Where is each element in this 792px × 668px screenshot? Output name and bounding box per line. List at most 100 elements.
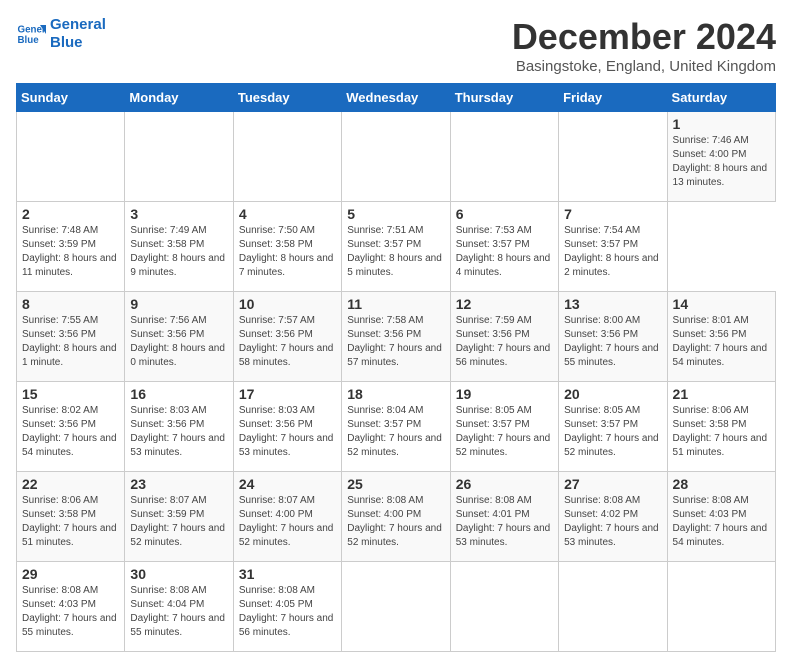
day-number: 4 bbox=[239, 206, 336, 222]
day-number: 30 bbox=[130, 566, 227, 582]
day-info: Sunrise: 7:57 AMSunset: 3:56 PMDaylight:… bbox=[239, 314, 336, 370]
day-cell: 25Sunrise: 8:08 AMSunset: 4:00 PMDayligh… bbox=[342, 472, 450, 562]
day-cell: 1Sunrise: 7:46 AMSunset: 4:00 PMDaylight… bbox=[667, 112, 775, 202]
day-info: Sunrise: 8:08 AMSunset: 4:05 PMDaylight:… bbox=[239, 584, 336, 640]
day-cell: 8 Sunrise: 7:55 AMSunset: 3:56 PMDaylight… bbox=[17, 292, 125, 382]
day-number: 13 bbox=[564, 296, 661, 312]
day-info: Sunrise: 8:08 AMSunset: 4:03 PMDaylight:… bbox=[22, 584, 119, 640]
day-cell: 31 Sunrise: 8:08 AMSunset: 4:05 PMDayligh… bbox=[233, 562, 341, 652]
empty-cell bbox=[450, 562, 558, 652]
day-info: Sunrise: 7:59 AMSunset: 3:56 PMDaylight:… bbox=[456, 314, 553, 370]
day-cell: 13 Sunrise: 8:00 AMSunset: 3:56 PMDayligh… bbox=[559, 292, 667, 382]
header-sunday: Sunday bbox=[17, 84, 125, 112]
day-cell: 10 Sunrise: 7:57 AMSunset: 3:56 PMDayligh… bbox=[233, 292, 341, 382]
day-cell: 12 Sunrise: 7:59 AMSunset: 3:56 PMDayligh… bbox=[450, 292, 558, 382]
day-info: Sunrise: 7:55 AMSunset: 3:56 PMDaylight:… bbox=[22, 314, 119, 370]
empty-cell bbox=[559, 112, 667, 202]
day-cell: 16 Sunrise: 8:03 AMSunset: 3:56 PMDayligh… bbox=[125, 382, 233, 472]
logo-general: General bbox=[50, 16, 106, 34]
day-cell: 9Sunrise: 7:56 AMSunset: 3:56 PMDaylight… bbox=[125, 292, 233, 382]
day-info: Sunrise: 7:49 AMSunset: 3:58 PMDaylight:… bbox=[130, 224, 227, 280]
header-monday: Monday bbox=[125, 84, 233, 112]
header-row: Sunday Monday Tuesday Wednesday Thursday… bbox=[17, 84, 776, 112]
day-number: 10 bbox=[239, 296, 336, 312]
page-header: General Blue General Blue December 2024 … bbox=[16, 16, 776, 75]
day-number: 31 bbox=[239, 566, 336, 582]
day-number: 5 bbox=[347, 206, 444, 222]
day-number: 1 bbox=[673, 116, 770, 132]
day-number: 6 bbox=[456, 206, 553, 222]
day-number: 23 bbox=[130, 476, 227, 492]
day-number: 26 bbox=[456, 476, 553, 492]
header-thursday: Thursday bbox=[450, 84, 558, 112]
day-number: 17 bbox=[239, 386, 336, 402]
calendar-week-row: 29Sunrise: 8:08 AMSunset: 4:03 PMDayligh… bbox=[17, 562, 776, 652]
day-number: 21 bbox=[673, 386, 770, 402]
calendar-week-row: 2 Sunrise: 7:48 AMSunset: 3:59 PMDaylight… bbox=[17, 202, 776, 292]
day-cell: 5 Sunrise: 7:51 AMSunset: 3:57 PMDaylight… bbox=[342, 202, 450, 292]
day-info: Sunrise: 7:54 AMSunset: 3:57 PMDaylight:… bbox=[564, 224, 661, 280]
day-cell: 4 Sunrise: 7:50 AMSunset: 3:58 PMDaylight… bbox=[233, 202, 341, 292]
logo-icon: General Blue bbox=[16, 19, 46, 49]
empty-cell bbox=[17, 112, 125, 202]
day-cell: 6Sunrise: 7:53 AMSunset: 3:57 PMDaylight… bbox=[450, 202, 558, 292]
day-info: Sunrise: 8:08 AMSunset: 4:01 PMDaylight:… bbox=[456, 494, 553, 550]
day-cell: 18 Sunrise: 8:04 AMSunset: 3:57 PMDayligh… bbox=[342, 382, 450, 472]
day-cell: 17 Sunrise: 8:03 AMSunset: 3:56 PMDayligh… bbox=[233, 382, 341, 472]
header-saturday: Saturday bbox=[667, 84, 775, 112]
day-number: 9 bbox=[130, 296, 227, 312]
day-info: Sunrise: 8:05 AMSunset: 3:57 PMDaylight:… bbox=[564, 404, 661, 460]
day-cell: 20 Sunrise: 8:05 AMSunset: 3:57 PMDayligh… bbox=[559, 382, 667, 472]
day-cell: 22Sunrise: 8:06 AMSunset: 3:58 PMDayligh… bbox=[17, 472, 125, 562]
day-info: Sunrise: 8:07 AMSunset: 4:00 PMDaylight:… bbox=[239, 494, 336, 550]
day-number: 15 bbox=[22, 386, 119, 402]
day-cell: 15 Sunrise: 8:02 AMSunset: 3:56 PMDayligh… bbox=[17, 382, 125, 472]
day-info: Sunrise: 7:51 AMSunset: 3:57 PMDaylight:… bbox=[347, 224, 444, 280]
day-number: 2 bbox=[22, 206, 119, 222]
day-info: Sunrise: 8:08 AMSunset: 4:02 PMDaylight:… bbox=[564, 494, 661, 550]
day-number: 8 bbox=[22, 296, 119, 312]
empty-cell bbox=[450, 112, 558, 202]
day-number: 19 bbox=[456, 386, 553, 402]
day-info: Sunrise: 8:03 AMSunset: 3:56 PMDaylight:… bbox=[239, 404, 336, 460]
day-info: Sunrise: 8:04 AMSunset: 3:57 PMDaylight:… bbox=[347, 404, 444, 460]
day-number: 20 bbox=[564, 386, 661, 402]
calendar-table: Sunday Monday Tuesday Wednesday Thursday… bbox=[16, 83, 776, 652]
day-number: 16 bbox=[130, 386, 227, 402]
calendar-subtitle: Basingstoke, England, United Kingdom bbox=[512, 58, 776, 75]
day-cell: 2 Sunrise: 7:48 AMSunset: 3:59 PMDaylight… bbox=[17, 202, 125, 292]
day-info: Sunrise: 8:02 AMSunset: 3:56 PMDaylight:… bbox=[22, 404, 119, 460]
day-info: Sunrise: 8:08 AMSunset: 4:00 PMDaylight:… bbox=[347, 494, 444, 550]
day-cell: 21 Sunrise: 8:06 AMSunset: 3:58 PMDayligh… bbox=[667, 382, 775, 472]
day-info: Sunrise: 8:06 AMSunset: 3:58 PMDaylight:… bbox=[673, 404, 770, 460]
header-wednesday: Wednesday bbox=[342, 84, 450, 112]
calendar-title: December 2024 bbox=[512, 16, 776, 58]
day-cell: 7Sunrise: 7:54 AMSunset: 3:57 PMDaylight… bbox=[559, 202, 667, 292]
calendar-week-row: 15 Sunrise: 8:02 AMSunset: 3:56 PMDayligh… bbox=[17, 382, 776, 472]
day-number: 27 bbox=[564, 476, 661, 492]
day-info: Sunrise: 8:03 AMSunset: 3:56 PMDaylight:… bbox=[130, 404, 227, 460]
calendar-week-row: 8 Sunrise: 7:55 AMSunset: 3:56 PMDaylight… bbox=[17, 292, 776, 382]
empty-cell bbox=[125, 112, 233, 202]
day-cell: 3 Sunrise: 7:49 AMSunset: 3:58 PMDaylight… bbox=[125, 202, 233, 292]
day-cell: 26 Sunrise: 8:08 AMSunset: 4:01 PMDayligh… bbox=[450, 472, 558, 562]
day-info: Sunrise: 8:00 AMSunset: 3:56 PMDaylight:… bbox=[564, 314, 661, 370]
day-number: 3 bbox=[130, 206, 227, 222]
day-number: 18 bbox=[347, 386, 444, 402]
day-info: Sunrise: 7:48 AMSunset: 3:59 PMDaylight:… bbox=[22, 224, 119, 280]
day-number: 24 bbox=[239, 476, 336, 492]
day-number: 12 bbox=[456, 296, 553, 312]
header-tuesday: Tuesday bbox=[233, 84, 341, 112]
day-info: Sunrise: 8:07 AMSunset: 3:59 PMDaylight:… bbox=[130, 494, 227, 550]
empty-cell bbox=[342, 112, 450, 202]
empty-cell bbox=[233, 112, 341, 202]
day-info: Sunrise: 7:58 AMSunset: 3:56 PMDaylight:… bbox=[347, 314, 444, 370]
day-cell: 19Sunrise: 8:05 AMSunset: 3:57 PMDayligh… bbox=[450, 382, 558, 472]
empty-cell bbox=[559, 562, 667, 652]
logo-blue: Blue bbox=[50, 34, 106, 52]
day-cell: 29Sunrise: 8:08 AMSunset: 4:03 PMDayligh… bbox=[17, 562, 125, 652]
day-info: Sunrise: 7:50 AMSunset: 3:58 PMDaylight:… bbox=[239, 224, 336, 280]
day-number: 28 bbox=[673, 476, 770, 492]
header-friday: Friday bbox=[559, 84, 667, 112]
calendar-week-row: 1Sunrise: 7:46 AMSunset: 4:00 PMDaylight… bbox=[17, 112, 776, 202]
